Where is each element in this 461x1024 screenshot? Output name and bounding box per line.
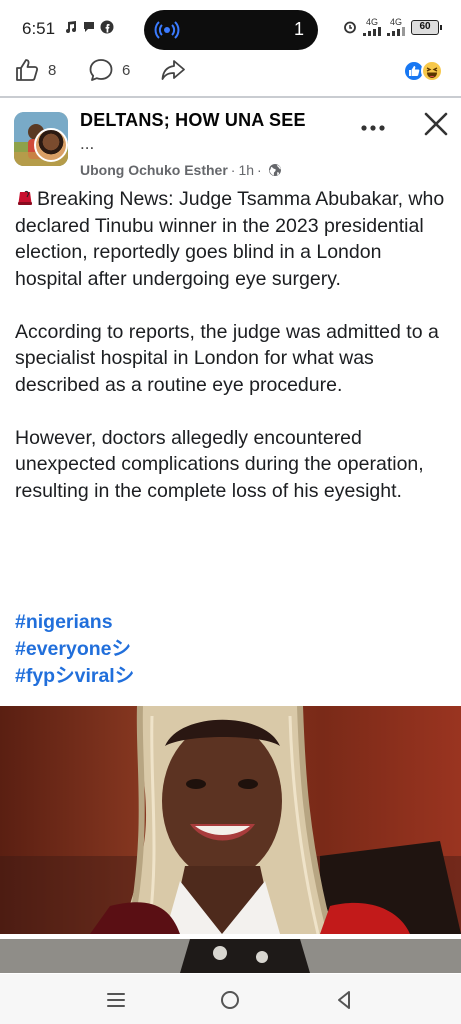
haha-reaction-icon (421, 60, 443, 82)
alarm-icon (344, 21, 356, 34)
dynamic-island-pill[interactable]: 1 (144, 10, 318, 50)
hashtag-link[interactable]: #fypシviralシ (15, 663, 134, 690)
notification-icons (64, 20, 114, 34)
post-paragraph: However, doctors allegedly encountered u… (15, 426, 424, 502)
status-time: 6:51 (22, 19, 56, 38)
status-bar: 6:51 1 4G 4G 60 (0, 0, 461, 52)
author-name[interactable]: Ubong Ochuko Esther (80, 162, 228, 178)
home-icon[interactable] (218, 988, 242, 1012)
separator: · (230, 162, 236, 178)
judge-photo (0, 706, 461, 934)
share-icon (161, 60, 185, 80)
music-note-icon (66, 21, 76, 33)
signal-icon: 4G (387, 18, 405, 36)
post-paragraph: Breaking News: Judge Tsamma Abubakar, wh… (15, 188, 445, 290)
share-button[interactable] (160, 57, 186, 83)
author-line: Ubong Ochuko Esther · 1h · (80, 162, 282, 178)
group-name[interactable]: DELTANS; HOW UNA SEE (80, 110, 306, 131)
comment-count: 6 (122, 61, 131, 79)
signal-icon: 4G (363, 18, 381, 36)
reaction-row: 8 6 (0, 52, 461, 92)
pill-count: 1 (293, 19, 304, 39)
comment-button[interactable]: 6 (88, 57, 130, 83)
post-image[interactable] (0, 706, 461, 934)
reaction-summary[interactable] (403, 58, 447, 84)
battery-icon: 60 (411, 19, 442, 35)
like-button[interactable]: 8 (14, 57, 56, 83)
post-paragraph: According to reports, the judge was admi… (15, 320, 439, 396)
hashtags: #nigerians #everyoneシ #fypシviralシ (15, 609, 134, 690)
system-icons: 4G 4G 60 (343, 18, 442, 36)
post-image-second[interactable] (0, 939, 461, 973)
back-icon[interactable] (332, 988, 356, 1012)
hashtag-link[interactable]: #everyoneシ (15, 636, 134, 663)
post-header: DELTANS; HOW UNA SEE ... Ubong Ochuko Es… (0, 100, 461, 184)
globe-icon (268, 164, 281, 176)
fez-hat-icon (18, 190, 32, 205)
broadcast-icon (154, 21, 180, 39)
chat-bubble-icon (84, 22, 94, 32)
post-text: Breaking News: Judge Tsamma Abubakar, wh… (15, 186, 447, 531)
comment-icon (89, 59, 113, 81)
like-count: 8 (48, 61, 57, 79)
separator: · (257, 162, 262, 178)
system-nav-bar (0, 974, 461, 1024)
more-options-button[interactable] (360, 112, 386, 138)
hashtag-link[interactable]: #nigerians (15, 609, 134, 636)
like-icon (16, 59, 39, 81)
author-avatar[interactable] (34, 128, 68, 162)
post-time[interactable]: 1h (238, 162, 254, 178)
more-icon (361, 125, 385, 131)
menu-icon[interactable] (104, 988, 128, 1012)
group-name-ellipsis: ... (80, 134, 95, 153)
divider (0, 96, 461, 98)
facebook-icon (100, 20, 114, 34)
close-icon[interactable] (420, 108, 452, 140)
